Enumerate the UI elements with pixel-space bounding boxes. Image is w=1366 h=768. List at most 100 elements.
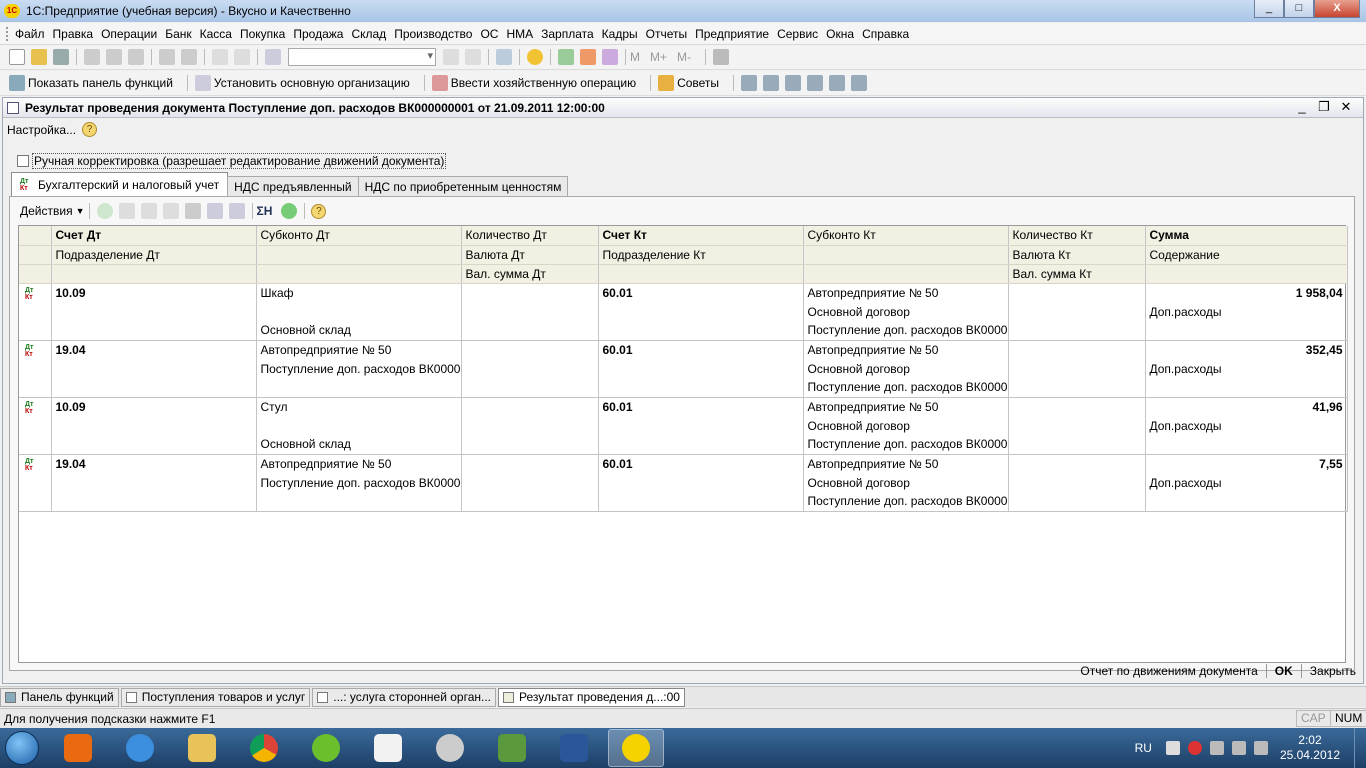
qty-dt-cell[interactable] <box>461 435 599 455</box>
qty-dt-cell[interactable] <box>461 359 599 378</box>
account-dt-cell[interactable] <box>51 416 257 435</box>
subconto-kt-cell[interactable]: Автопредприятие № 50 <box>803 340 1009 359</box>
subconto-dt-cell[interactable]: Шкаф <box>256 283 462 302</box>
row-icon-cell[interactable] <box>19 473 52 492</box>
minimize-button[interactable]: _ <box>1254 0 1284 18</box>
header-subconto-dt[interactable]: Субконто Дт <box>256 226 462 246</box>
copy-icon[interactable] <box>106 49 122 65</box>
account-dt-cell[interactable]: 10.09 <box>51 283 257 302</box>
subconto-kt-cell[interactable]: Поступление доп. расходов ВК00000... <box>803 378 1009 398</box>
table-row[interactable]: Поступление доп. расходов ВК00000... <box>19 378 1348 398</box>
taskbar-1c[interactable] <box>608 729 664 767</box>
header-qty-dt[interactable]: Количество Дт <box>461 226 599 246</box>
edit-row-icon[interactable] <box>140 203 157 219</box>
qty-dt-cell[interactable] <box>461 492 599 512</box>
settings-link[interactable]: Настройка... <box>7 123 76 137</box>
qty-kt-cell[interactable] <box>1008 302 1146 321</box>
qty-dt-cell[interactable] <box>461 378 599 398</box>
window-tab-service[interactable]: ...: услуга сторонней орган... <box>312 687 497 707</box>
qty-kt-cell[interactable] <box>1008 359 1146 378</box>
toolbar-grip[interactable] <box>6 26 9 41</box>
subconto-dt-cell[interactable] <box>256 416 462 435</box>
taskbar-ie[interactable] <box>112 729 168 767</box>
table-row[interactable]: Основной склад Поступление доп. расходов … <box>19 435 1348 455</box>
calendar-icon[interactable] <box>580 49 596 65</box>
qty-kt-cell[interactable] <box>1008 397 1146 416</box>
delete-row-icon[interactable] <box>162 203 179 219</box>
taskbar-utorrent[interactable] <box>298 729 354 767</box>
move-up-icon[interactable] <box>206 203 223 219</box>
windows-icon[interactable] <box>496 49 512 65</box>
account-dt-cell[interactable] <box>51 435 257 455</box>
row-icon-cell[interactable] <box>19 416 52 435</box>
ok-button[interactable]: OK <box>1275 664 1293 678</box>
search-icon[interactable] <box>265 49 281 65</box>
qty-kt-cell[interactable] <box>1008 340 1146 359</box>
qty-kt-cell[interactable] <box>1008 454 1146 473</box>
menu-production[interactable]: Производство <box>394 27 472 41</box>
new-icon[interactable] <box>9 49 25 65</box>
subconto-kt-cell[interactable]: Поступление доп. расходов ВК00000... <box>803 321 1009 341</box>
row-icon-cell[interactable]: Дт Кт <box>19 397 52 416</box>
header-subconto-kt[interactable]: Субконто Кт <box>803 226 1009 246</box>
header-cur-sum-kt[interactable]: Вал. сумма Кт <box>1008 264 1146 284</box>
doc-close-button[interactable]: ✕ <box>1335 99 1357 115</box>
row-icon-cell[interactable] <box>19 302 52 321</box>
account-dt-cell[interactable] <box>51 492 257 512</box>
account-kt-cell[interactable] <box>598 473 804 492</box>
table-row[interactable]: Основной договор Доп.расходы <box>19 416 1348 435</box>
menu-service[interactable]: Сервис <box>777 27 818 41</box>
subconto-dt-cell[interactable]: Поступление доп. расходов ВК00000... <box>256 473 462 492</box>
row-icon-cell[interactable] <box>19 321 52 341</box>
subconto-kt-cell[interactable]: Автопредприятие № 50 <box>803 283 1009 302</box>
menu-file[interactable]: Файл <box>15 27 45 41</box>
account-kt-cell[interactable]: 60.01 <box>598 454 804 473</box>
sum-cell[interactable]: 1 958,04 <box>1145 283 1348 302</box>
menu-salary[interactable]: Зарплата <box>541 27 594 41</box>
actions-menu[interactable]: Действия <box>20 204 73 218</box>
subconto-dt-cell[interactable]: Стул <box>256 397 462 416</box>
sum-cell[interactable]: 41,96 <box>1145 397 1348 416</box>
memory-button[interactable]: M <box>630 50 640 64</box>
manual-correction-label[interactable]: Ручная корректировка (разрешает редактир… <box>32 153 447 169</box>
menu-operations[interactable]: Операции <box>101 27 157 41</box>
journal-icon[interactable] <box>741 75 758 91</box>
journal5-icon[interactable] <box>829 75 846 91</box>
content-cell[interactable]: Доп.расходы <box>1145 416 1348 435</box>
move-down-icon[interactable] <box>228 203 245 219</box>
row-icon-cell[interactable] <box>19 435 52 455</box>
taskbar-explorer[interactable] <box>174 729 230 767</box>
account-kt-cell[interactable] <box>598 492 804 512</box>
header-account-kt[interactable]: Счет Кт <box>598 226 804 246</box>
content-cell[interactable]: Доп.расходы <box>1145 359 1348 378</box>
doc-restore-button[interactable]: ❐ <box>1313 99 1335 115</box>
journal3-icon[interactable] <box>785 75 802 91</box>
actions-dropdown-icon[interactable]: ▼ <box>76 206 85 216</box>
qty-dt-cell[interactable] <box>461 302 599 321</box>
account-kt-cell[interactable]: 60.01 <box>598 283 804 302</box>
memory-minus-button[interactable]: M- <box>677 50 691 64</box>
content-cell[interactable]: Доп.расходы <box>1145 302 1348 321</box>
movements-report-button[interactable]: Отчет по движениям документа <box>1080 664 1257 678</box>
qty-kt-cell[interactable] <box>1008 378 1146 398</box>
find-prev-icon[interactable] <box>465 49 481 65</box>
save-icon[interactable] <box>53 49 69 65</box>
subconto-dt-cell[interactable] <box>256 492 462 512</box>
subconto-kt-cell[interactable]: Поступление доп. расходов ВК00000... <box>803 435 1009 455</box>
row-icon-cell[interactable]: Дт Кт <box>19 340 52 359</box>
menu-reports[interactable]: Отчеты <box>646 27 687 41</box>
content-cell[interactable] <box>1145 435 1348 455</box>
account-kt-cell[interactable] <box>598 302 804 321</box>
account-kt-cell[interactable]: 60.01 <box>598 397 804 416</box>
sum-icon[interactable]: ΣН <box>257 204 273 218</box>
redo-icon[interactable] <box>234 49 250 65</box>
calculator-icon[interactable] <box>558 49 574 65</box>
tab-vat-acquired[interactable]: НДС по приобретенным ценностям <box>357 176 569 196</box>
row-icon-cell[interactable]: Дт Кт <box>19 283 52 302</box>
tab-vat-presented[interactable]: НДС предъявленный <box>227 176 359 196</box>
content-cell[interactable]: Доп.расходы <box>1145 473 1348 492</box>
set-org-button[interactable]: Установить основную организацию <box>192 75 410 91</box>
open-icon[interactable] <box>31 49 47 65</box>
content-cell[interactable] <box>1145 321 1348 341</box>
subconto-kt-cell[interactable]: Основной договор <box>803 359 1009 378</box>
